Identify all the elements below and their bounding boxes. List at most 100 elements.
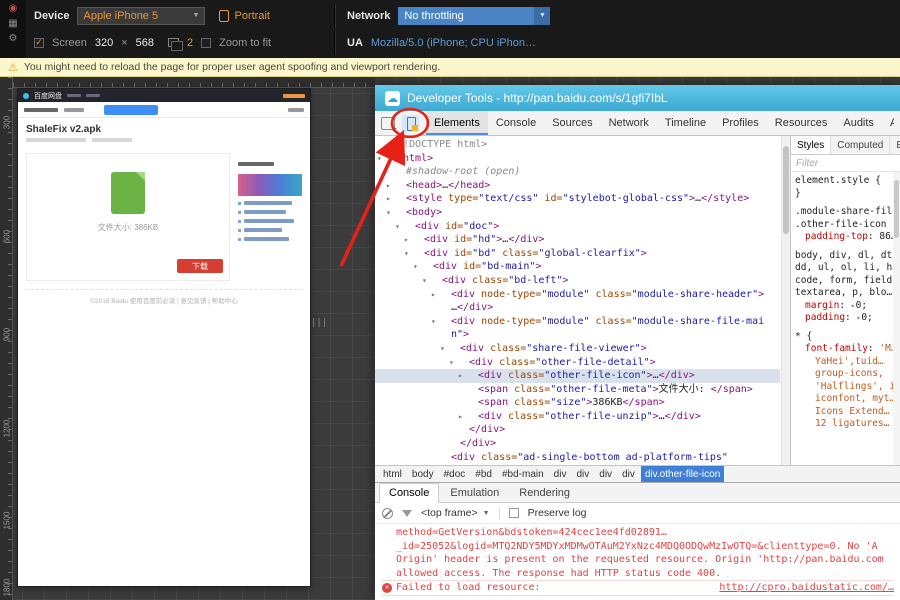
expand-arrow-icon[interactable]: ▾	[404, 247, 424, 261]
breadcrumb-item[interactable]: #bd-main	[498, 466, 548, 482]
record-icon[interactable]: ◉	[9, 4, 18, 14]
devtools-tab-sources[interactable]: Sources	[544, 111, 600, 135]
breadcrumb-item[interactable]: div	[572, 466, 593, 482]
breadcrumb-item[interactable]: div.other-file-icon	[640, 466, 725, 482]
scrollbar[interactable]	[781, 136, 790, 465]
drawer-tab-rendering[interactable]: Rendering	[510, 483, 579, 502]
resize-handle[interactable]: |||	[311, 318, 327, 328]
drawer-tab-emulation[interactable]: Emulation	[441, 483, 508, 502]
preserve-log-checkbox[interactable]	[508, 508, 519, 518]
style-rule-line[interactable]: textarea, p, blo… {	[795, 287, 900, 300]
sidebar-tab-computed[interactable]: Computed	[831, 136, 891, 154]
dom-tree-node[interactable]: ▾ <div class="share-file-viewer">	[375, 342, 780, 356]
scrollbar-thumb[interactable]	[783, 146, 789, 234]
style-rule-line[interactable]: padding-top: 86…	[795, 231, 900, 244]
devtools-titlebar[interactable]: ☁ Developer Tools - http://pan.baidu.com…	[375, 85, 900, 111]
dom-tree-node[interactable]: ▾ <body>	[375, 206, 780, 220]
devtools-tab-adblock[interactable]: Adblock	[882, 111, 894, 135]
inspect-element-icon[interactable]	[381, 116, 395, 130]
orientation-toggle[interactable]: Portrait	[219, 9, 270, 22]
expand-arrow-icon[interactable]: ▸	[458, 369, 478, 383]
breadcrumb-item[interactable]: div	[618, 466, 639, 482]
style-rule-line[interactable]: YaHei',tuid…	[795, 356, 900, 369]
dom-tree-node[interactable]: ▸ <div class="other-file-unzip">…</div>	[375, 410, 780, 424]
device-pixel-ratio-value[interactable]: 2	[187, 37, 193, 49]
site-header-button[interactable]	[104, 104, 158, 115]
devtools-tab-console[interactable]: Console	[488, 111, 544, 135]
style-rule-line[interactable]: body, div, dl, dt,	[795, 250, 900, 263]
device-mode-icon[interactable]	[402, 114, 419, 132]
expand-arrow-icon[interactable]: ▸	[404, 233, 424, 247]
expand-arrow-icon[interactable]: ▸	[386, 179, 406, 193]
style-rule-line[interactable]: font-family: 'M…	[795, 343, 900, 356]
ad-link[interactable]	[238, 219, 302, 223]
screen-checkbox[interactable]: ✓	[34, 37, 44, 48]
style-rule-line[interactable]: dd, ul, ol, li, h1,	[795, 262, 900, 275]
style-rule-line[interactable]: group-icons,	[795, 368, 900, 381]
screen-height-field[interactable]: 568	[136, 37, 154, 49]
devtools-tab-timeline[interactable]: Timeline	[657, 111, 714, 135]
nav-link-placeholder[interactable]	[86, 94, 100, 97]
settings-icon[interactable]: ⚙	[9, 34, 18, 44]
dom-tree-node[interactable]: ▾ <div class="other-file-detail">	[375, 356, 780, 370]
scrollbar-thumb[interactable]	[894, 180, 899, 238]
drawer-tab-console[interactable]: Console	[379, 483, 440, 503]
devtools-tab-elements[interactable]: Elements	[426, 111, 488, 135]
dom-tree-node[interactable]: …</div>	[375, 301, 780, 315]
network-throttling-select[interactable]: No throttling ▼	[398, 6, 551, 25]
devtools-tab-network[interactable]: Network	[601, 111, 657, 135]
devtools-tab-resources[interactable]: Resources	[767, 111, 836, 135]
ad-link[interactable]	[238, 228, 302, 232]
breadcrumb-item[interactable]: html	[379, 466, 406, 482]
sidebar-tab-styles[interactable]: Styles	[791, 136, 832, 154]
dom-tree-node[interactable]: #shadow-root (open)	[375, 165, 780, 179]
breadcrumb-item[interactable]: #bd	[471, 466, 496, 482]
dom-tree-node[interactable]: <span class="other-file-meta">文件大小: </sp…	[375, 383, 780, 397]
expand-arrow-icon[interactable]: ▸	[458, 410, 478, 424]
style-rule-line[interactable]: * {	[795, 331, 900, 344]
nav-promo-placeholder[interactable]	[283, 93, 305, 98]
dom-tree-node[interactable]: ▸ <head>…</head>	[375, 179, 780, 193]
expand-arrow-icon[interactable]: ▾	[377, 152, 397, 166]
dom-tree-node[interactable]: <div class="ad-single-bottom ad-platform…	[375, 451, 780, 465]
dom-tree-node[interactable]: <span class="size">386KB</span>	[375, 396, 780, 410]
ua-value-field[interactable]: Mozilla/5.0 (iPhone; CPU iPhon…	[371, 37, 536, 49]
nav-link-placeholder[interactable]	[67, 94, 81, 97]
style-rule-line[interactable]: element.style {	[795, 175, 900, 188]
frame-selector[interactable]: <top frame> ▼	[421, 507, 490, 519]
expand-arrow-icon[interactable]: ▾	[431, 315, 451, 329]
expand-arrow-icon[interactable]: ▾	[413, 260, 433, 274]
dom-tree-node[interactable]: </div>	[375, 423, 780, 437]
zoom-to-fit-checkbox[interactable]	[201, 37, 212, 48]
style-rule-line[interactable]: 12 ligatures…	[795, 418, 900, 431]
dom-tree-node[interactable]: ▸ <div id="hd">…</div>	[375, 233, 780, 247]
resource-link[interactable]: http://cpro.baidustatic.com/…	[719, 581, 894, 595]
devtools-tab-profiles[interactable]: Profiles	[714, 111, 767, 135]
clear-console-icon[interactable]	[382, 507, 393, 519]
device-select[interactable]: Apple iPhone 5 ▼	[77, 6, 206, 25]
style-rule-line[interactable]: .module-share-fil	[795, 206, 900, 219]
ad-link[interactable]	[238, 201, 302, 205]
expand-arrow-icon[interactable]: ▾	[440, 342, 460, 356]
style-rule-line[interactable]: padding: ▸0;	[795, 312, 900, 325]
scrollbar[interactable]	[893, 172, 900, 465]
style-rule-line[interactable]: code, form, fieldse	[795, 275, 900, 288]
breadcrumb-item[interactable]: div	[550, 466, 571, 482]
expand-arrow-icon[interactable]: ▸	[386, 192, 406, 206]
expand-arrow-icon[interactable]: ▸	[431, 288, 451, 302]
expand-arrow-icon[interactable]: ▾	[449, 356, 469, 370]
dom-tree-node[interactable]: ▾ <div node-type="module" class="module-s…	[375, 315, 780, 342]
dom-tree-node[interactable]: ▾ <html>	[375, 152, 780, 166]
style-rule-line[interactable]: margin: ▸0;	[795, 300, 900, 313]
breadcrumb-item[interactable]: #doc	[440, 466, 470, 482]
style-rule-line[interactable]: 'Halflings', i…	[795, 381, 900, 394]
dom-tree-node[interactable]: ▸ <div node-type="module" class="module-s…	[375, 288, 780, 302]
sidebar-tab-event-listeners[interactable]: Event Listeners	[890, 136, 900, 154]
expand-arrow-icon[interactable]: ▾	[386, 206, 406, 220]
style-rule-line[interactable]: iconfont, myt…	[795, 393, 900, 406]
dom-tree-node[interactable]: ▸ <div class="other-file-icon">…</div>	[375, 369, 780, 383]
expand-arrow-icon[interactable]: ▾	[395, 220, 415, 234]
grid-icon[interactable]: ▦	[8, 19, 17, 29]
dom-tree-node[interactable]: ▾ <div class="bd-left">	[375, 274, 780, 288]
ad-link[interactable]	[238, 210, 302, 214]
